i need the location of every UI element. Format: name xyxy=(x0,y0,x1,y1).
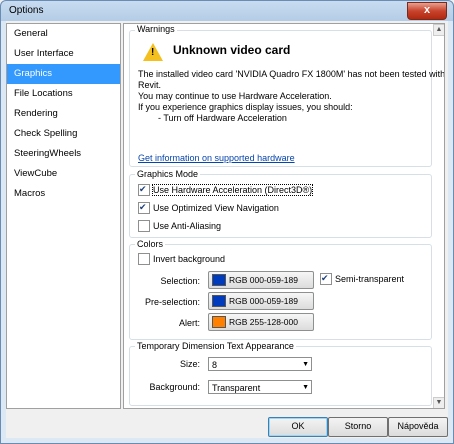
preselection-color-value: RGB 000-059-189 xyxy=(229,296,298,306)
checkbox-unchecked-icon xyxy=(138,219,150,232)
selection-color-button[interactable]: RGB 000-059-189 xyxy=(208,271,314,289)
warning-line: The installed video card 'NVIDIA Quadro … xyxy=(138,69,445,79)
size-label: Size: xyxy=(179,359,200,369)
graphics-mode-group-title: Graphics Mode xyxy=(135,169,201,179)
category-list: General User Interface Graphics File Loc… xyxy=(6,23,121,409)
title-bar: Options x xyxy=(1,1,453,21)
anti-aliasing-label: Use Anti-Aliasing xyxy=(153,221,222,231)
graphics-mode-group: Graphics Mode Use Hardware Acceleration … xyxy=(129,169,432,238)
selection-swatch xyxy=(212,274,226,286)
sidebar-item-rendering[interactable]: Rendering xyxy=(7,104,120,124)
checkbox-checked-icon xyxy=(320,272,332,285)
preselection-label: Pre-selection: xyxy=(144,297,200,307)
size-select[interactable]: 8 ▼ xyxy=(208,357,312,371)
optimized-navigation-label: Use Optimized View Navigation xyxy=(153,203,279,213)
checkbox-checked-icon xyxy=(138,201,150,214)
checkbox-unchecked-icon xyxy=(138,252,150,265)
temp-dimension-group: Temporary Dimension Text Appearance Size… xyxy=(129,341,432,406)
temp-dimension-group-title: Temporary Dimension Text Appearance xyxy=(135,341,296,351)
warning-heading: Unknown video card xyxy=(173,43,291,57)
colors-group: Colors Invert background Selection: RGB … xyxy=(129,239,432,340)
sidebar-item-user-interface[interactable]: User Interface xyxy=(7,44,120,64)
selection-label: Selection: xyxy=(160,276,200,286)
background-label: Background: xyxy=(149,382,200,392)
selection-color-value: RGB 000-059-189 xyxy=(229,275,298,285)
sidebar-item-viewcube[interactable]: ViewCube xyxy=(7,164,120,184)
colors-group-title: Colors xyxy=(135,239,166,249)
semi-transparent-checkbox[interactable]: Semi-transparent xyxy=(320,272,405,286)
scroll-down-arrow-icon[interactable]: ▼ xyxy=(433,397,444,408)
invert-background-checkbox[interactable]: Invert background xyxy=(138,252,226,266)
warnings-group: Warnings ! Unknown video card The instal… xyxy=(129,24,445,167)
sidebar-item-macros[interactable]: Macros xyxy=(7,184,120,204)
dialog-client: General User Interface Graphics File Loc… xyxy=(6,21,448,438)
ok-button[interactable]: OK xyxy=(268,417,328,437)
alert-swatch xyxy=(212,316,226,328)
background-value: Transparent xyxy=(212,383,261,393)
sidebar-item-file-locations[interactable]: File Locations xyxy=(7,84,120,104)
help-button[interactable]: Nápověda xyxy=(388,417,448,437)
warning-line: You may continue to use Hardware Acceler… xyxy=(138,91,332,101)
window-title: Options xyxy=(9,5,44,16)
cancel-button[interactable]: Storno xyxy=(328,417,388,437)
chevron-down-icon: ▼ xyxy=(302,384,309,391)
alert-label: Alert: xyxy=(178,318,200,328)
sidebar-item-general[interactable]: General xyxy=(7,24,120,44)
anti-aliasing-checkbox[interactable]: Use Anti-Aliasing xyxy=(138,219,222,233)
sidebar-item-graphics[interactable]: Graphics xyxy=(7,64,120,84)
hardware-acceleration-checkbox[interactable]: Use Hardware Acceleration (Direct3D®) xyxy=(138,183,314,197)
optimized-navigation-checkbox[interactable]: Use Optimized View Navigation xyxy=(138,201,279,215)
size-value: 8 xyxy=(212,360,218,370)
warning-line: - Turn off Hardware Acceleration xyxy=(138,113,287,123)
semi-transparent-label: Semi-transparent xyxy=(335,274,405,284)
sidebar-item-steeringwheels[interactable]: SteeringWheels xyxy=(7,144,120,164)
warning-message: The installed video card 'NVIDIA Quadro … xyxy=(138,69,445,124)
alert-color-button[interactable]: RGB 255-128-000 xyxy=(208,313,314,331)
chevron-down-icon: ▼ xyxy=(302,361,309,368)
preselection-swatch xyxy=(212,295,226,307)
background-select[interactable]: Transparent ▼ xyxy=(208,380,312,394)
supported-hardware-link[interactable]: Get information on supported hardware xyxy=(138,153,295,163)
sidebar-item-check-spelling[interactable]: Check Spelling xyxy=(7,124,120,144)
checkbox-checked-icon xyxy=(138,183,150,196)
close-button[interactable]: x xyxy=(407,2,447,20)
graphics-panel: ▲ ▼ Warnings ! Unknown video card The in… xyxy=(123,23,445,409)
warning-line: Revit. xyxy=(138,80,162,90)
scroll-up-arrow-icon[interactable]: ▲ xyxy=(433,24,444,36)
hardware-acceleration-label: Use Hardware Acceleration (Direct3D®) xyxy=(151,184,314,196)
preselection-color-button[interactable]: RGB 000-059-189 xyxy=(208,292,314,310)
warning-icon: ! xyxy=(143,43,163,61)
warning-line: If you experience graphics display issue… xyxy=(138,102,353,112)
warnings-group-title: Warnings xyxy=(135,24,177,34)
options-dialog: Options x General User Interface Graphic… xyxy=(0,0,454,444)
alert-color-value: RGB 255-128-000 xyxy=(229,317,298,327)
invert-background-label: Invert background xyxy=(153,254,226,264)
